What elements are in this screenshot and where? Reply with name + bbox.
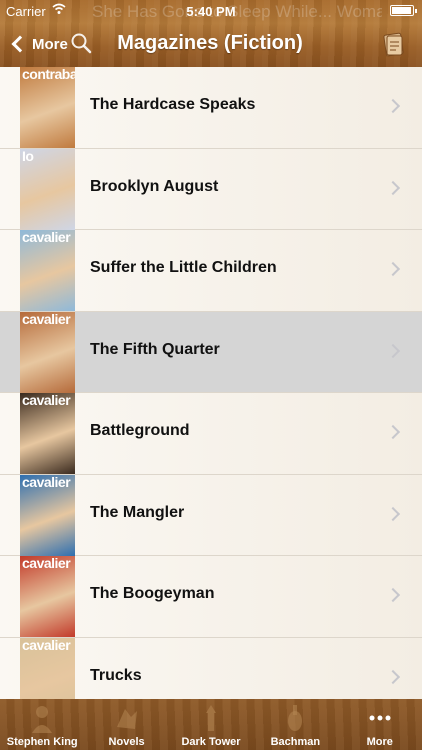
chevron-right-icon [385,587,401,603]
list-item[interactable]: cavalier The Fifth Quarter [0,311,422,393]
cover-masthead: cavalier [22,637,71,653]
navigation-header: She Has Gone to Sleep While... Woman Wit… [0,0,422,67]
magazine-cover-image: cavalier [20,556,75,637]
list-item[interactable]: cavalier Battleground [0,393,422,475]
list-item-title: The Fifth Quarter [90,340,220,358]
chevron-right-icon [385,669,401,684]
tab-novels[interactable]: Novels [84,699,168,750]
list-item[interactable]: contraband The Hardcase Speaks [0,67,422,149]
novels-icon [116,709,137,729]
cover-masthead: cavalier [22,393,71,408]
chevron-right-icon [385,343,401,358]
tab-bar: Stephen King Novels Dark Tower Bachman More [0,699,422,750]
tab-label: Stephen King [6,736,78,748]
list-item[interactable]: Io Brooklyn August [0,148,422,230]
cover-masthead: contraband [22,67,75,82]
back-button[interactable]: More [10,30,68,58]
battery-icon [390,5,417,16]
list-item-title: Brooklyn August [90,177,219,195]
magazine-cover-image: cavalier [20,311,75,393]
chevron-right-icon [385,180,401,195]
chevron-left-icon [11,35,29,53]
more-dots-icon [369,715,391,721]
tab-bachman[interactable]: Bachman [253,699,337,750]
list-item[interactable]: cavalier The Boogeyman [0,556,422,638]
list-item[interactable]: cavalier Trucks [0,637,422,699]
status-bar: Carrier 5:40 PM [0,0,422,22]
list-item-title: Suffer the Little Children [90,259,277,276]
list-item-title: The Hardcase Speaks [90,96,256,113]
cover-masthead: cavalier [22,474,71,490]
list-item-title: Trucks [90,666,142,684]
magazine-cover-image: contraband [20,67,75,148]
list-item-title: The Mangler [90,503,185,521]
tab-label: Dark Tower [181,736,241,748]
magazine-cover-image: cavalier [20,230,75,311]
stephen-king-icon [32,706,53,733]
tab-label: More [366,736,393,748]
tab-more[interactable]: More [338,699,422,750]
list-item[interactable]: cavalier Suffer the Little Children [0,230,422,312]
tab-label: Novels [108,736,145,748]
back-button-label: More [32,35,68,53]
list-item[interactable]: cavalier The Mangler [0,474,422,556]
chevron-right-icon [385,261,401,277]
magazine-cover-image: Io [20,148,75,230]
cover-masthead: Io [22,148,34,164]
search-icon[interactable] [69,31,93,55]
chevron-right-icon [385,424,401,440]
magazine-list: contraband The Hardcase Speaks Io Brooklyn … [0,67,422,699]
cover-masthead: cavalier [22,230,71,245]
tab-dark-tower[interactable]: Dark Tower [169,699,253,750]
cover-masthead: cavalier [22,311,71,327]
magazine-cover-image: cavalier [20,393,75,474]
list-item-title: Battleground [90,422,190,439]
tab-stephen-king[interactable]: Stephen King [0,699,84,750]
status-time: 5:40 PM [186,4,236,19]
bachman-icon [288,705,303,731]
list-item-title: The Boogeyman [90,585,215,602]
page-title: Magazines (Fiction) [117,32,303,54]
chevron-right-icon [385,98,401,114]
tab-label: Bachman [270,736,321,748]
magazine-cover-image: cavalier [20,474,75,556]
chevron-right-icon [385,506,401,521]
magazine-cover-image: cavalier [20,637,75,699]
dark-tower-icon [205,705,216,731]
notes-icon[interactable] [380,30,408,58]
cover-masthead: cavalier [22,556,71,571]
